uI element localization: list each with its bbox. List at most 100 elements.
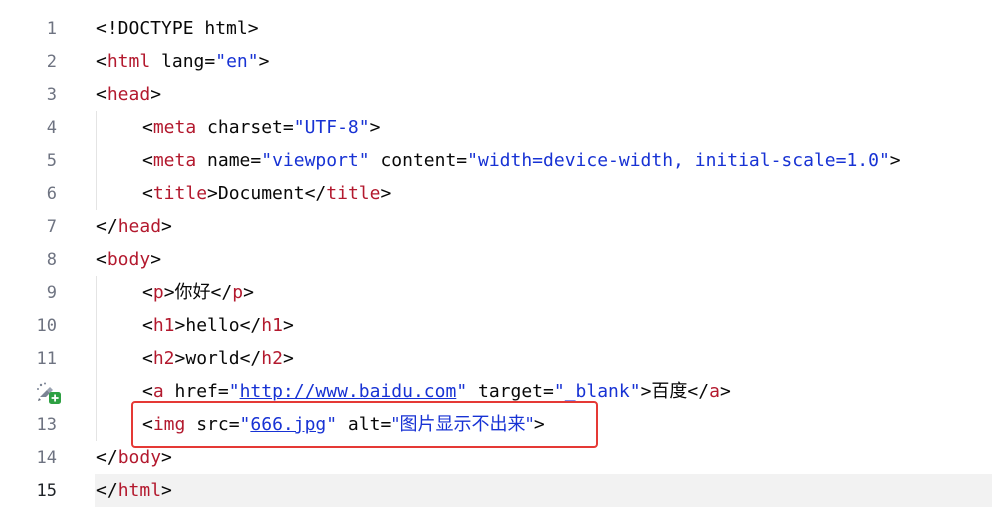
code-token: </ [210, 282, 233, 303]
line-number: 3 [46, 85, 57, 105]
code-text[interactable]: <meta name="viewport" content="width=dev… [142, 150, 901, 172]
code-text[interactable]: </html> [96, 480, 172, 502]
code-token: > [161, 447, 172, 468]
code-token: body [117, 447, 162, 468]
code-token: > [640, 381, 652, 402]
code-token: meta [152, 117, 197, 138]
code-token: head [117, 216, 162, 237]
line-number: 9 [46, 283, 57, 303]
code-token: h1 [261, 315, 283, 336]
code-token: "_blank" [553, 381, 641, 402]
code-token: > [174, 315, 186, 336]
code-text[interactable]: <html lang="en"> [96, 51, 269, 73]
code-token: p [152, 282, 164, 303]
code-token: " [456, 381, 468, 402]
code-token: < [142, 117, 153, 138]
code-line[interactable]: 9 <p>你好</p> [0, 276, 992, 309]
code-token: h2 [261, 348, 283, 369]
code-token: > [282, 348, 294, 369]
code-token: </ [239, 348, 262, 369]
code-token: Document [217, 183, 305, 204]
code-token: > [174, 348, 186, 369]
line-number: 5 [46, 151, 57, 171]
line-number: 13 [36, 415, 57, 435]
code-token: > [719, 381, 731, 402]
code-text[interactable]: <title>Document</title> [142, 183, 391, 205]
code-token: > [258, 51, 270, 72]
code-token: "en" [215, 51, 259, 72]
code-token: < [142, 381, 153, 402]
code-line[interactable]: 10 <h1>hello</h1> [0, 309, 992, 342]
code-token: h2 [152, 348, 175, 369]
code-text[interactable]: <meta charset="UTF-8"> [142, 117, 380, 139]
code-token: http://www.baidu.com [239, 381, 457, 402]
code-token: </ [96, 480, 118, 501]
code-text[interactable]: <!DOCTYPE html> [96, 18, 259, 40]
line-number: 11 [36, 349, 57, 369]
line-number: 6 [46, 184, 57, 204]
code-line[interactable]: 11 <h2>world</h2> [0, 342, 992, 375]
code-token: <!DOCTYPE html> [96, 18, 259, 39]
code-token: > [150, 84, 162, 105]
code-line[interactable]: 15 </html> [0, 474, 992, 507]
code-line[interactable]: 2 <html lang="en"> [0, 45, 992, 78]
code-token: < [142, 315, 153, 336]
code-line[interactable]: 4 <meta charset="UTF-8"> [0, 111, 992, 144]
line-number: 15 [36, 481, 57, 501]
code-token: " [228, 381, 240, 402]
code-token: meta [152, 150, 197, 171]
code-text[interactable]: <a href="http://www.baidu.com" target="_… [142, 381, 731, 403]
code-token: < [96, 51, 107, 72]
code-token: p [232, 282, 244, 303]
code-token: </ [96, 216, 118, 237]
code-token: hello [185, 315, 240, 336]
annotation-highlight-box [131, 401, 598, 448]
add-image-gutter-icon[interactable] [36, 381, 62, 405]
line-number: 7 [46, 217, 57, 237]
code-token: > [282, 315, 294, 336]
code-token: < [142, 282, 153, 303]
line-number: 8 [46, 250, 57, 270]
code-token: lang= [150, 51, 216, 72]
code-line[interactable]: 5 <meta name="viewport" content="width=de… [0, 144, 992, 177]
code-text[interactable]: <p>你好</p> [142, 282, 254, 304]
code-token: title [326, 183, 381, 204]
code-token: < [142, 150, 153, 171]
code-token: "width=device-width, initial-scale=1.0" [467, 150, 890, 171]
code-token: world [185, 348, 240, 369]
code-token: title [152, 183, 208, 204]
line-number: 14 [36, 448, 57, 468]
code-token: > [380, 183, 392, 204]
code-editor[interactable]: 1 <!DOCTYPE html> 2 <html lang="en"> 3 <head>… [0, 0, 992, 518]
code-text[interactable]: <h2>world</h2> [142, 348, 294, 370]
code-text[interactable]: </body> [96, 447, 172, 469]
code-token: href= [163, 381, 229, 402]
code-line[interactable]: 1 <!DOCTYPE html> [0, 12, 992, 45]
line-number: 4 [46, 118, 57, 138]
code-token: </ [304, 183, 327, 204]
line-number: 1 [46, 19, 57, 39]
code-token: content= [369, 150, 468, 171]
code-line[interactable]: 3 <head> [0, 78, 992, 111]
code-token: > [243, 282, 254, 303]
code-line[interactable]: 6 <title>Document</title> [0, 177, 992, 210]
code-token: body [106, 249, 151, 270]
current-line-highlight [95, 474, 992, 507]
code-line[interactable]: 7 </head> [0, 210, 992, 243]
code-line[interactable]: 8 <body> [0, 243, 992, 276]
code-token: </ [687, 381, 710, 402]
code-token: h1 [152, 315, 175, 336]
code-token: 百度 [651, 381, 688, 402]
code-text[interactable]: </head> [96, 216, 172, 238]
code-text[interactable]: <h1>hello</h1> [142, 315, 294, 337]
code-token: < [96, 84, 107, 105]
code-text[interactable]: <head> [96, 84, 161, 106]
code-token: head [106, 84, 151, 105]
code-token: "viewport" [261, 150, 370, 171]
code-token: a [709, 381, 720, 402]
code-token: </ [239, 315, 262, 336]
code-token: </ [96, 447, 118, 468]
code-token: target= [467, 381, 554, 402]
code-text[interactable]: <body> [96, 249, 161, 271]
code-token: > [150, 249, 162, 270]
